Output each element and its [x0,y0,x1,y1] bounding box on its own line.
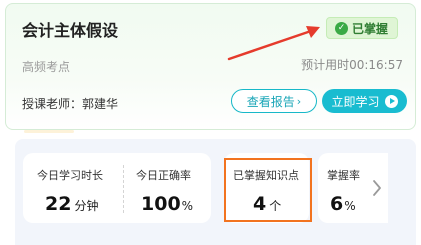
mastery-rate-value: 6 % [330,193,356,215]
accuracy-number: 100 [141,193,181,215]
mastery-rate-number: 6 [330,193,344,215]
mastered-points-label: 已掌握知识点 [233,169,299,182]
mastery-rate-label: 掌握率 [327,169,360,182]
card-accent-bar [24,130,74,133]
topic-tag: 高频考点 [22,60,71,74]
check-circle-icon: ✓ [334,21,348,35]
study-time-number: 22 [45,193,72,215]
study-time-label: 今日学习时长 [37,169,103,182]
mastered-points-unit: 个 [269,199,282,213]
mastered-points-number: 4 [253,193,267,215]
play-icon [384,94,398,108]
accuracy-unit: % [181,199,194,213]
mastery-rate-unit: % [344,199,356,213]
mastered-badge: ✓ 已掌握 [325,17,398,39]
accuracy-label: 今日正确率 [136,169,191,182]
chevron-right-icon[interactable] [370,174,384,202]
annotation-arrow-icon [227,26,320,61]
view-report-label: 查看报告 [246,94,295,109]
start-study-label: 立即学习 [331,94,380,109]
accuracy-value: 100 % [141,193,193,215]
study-time-value: 22 分钟 [45,193,98,215]
card-title: 会计主体假设 [22,21,119,40]
badge-label: 已掌握 [351,21,388,36]
start-study-button[interactable]: 立即学习 [322,89,407,113]
teacher-name: 授课老师：郭建华 [22,97,119,111]
stat-divider [123,165,124,213]
mastered-points-value: 4 个 [253,193,281,215]
knowledge-card: 会计主体假设 ✓ 已掌握 高频考点 预计用时00:16:57 授课老师：郭建华 … [5,3,416,130]
study-time-unit: 分钟 [74,199,99,213]
chevron-right-icon: › [296,94,302,108]
view-report-button[interactable]: 查看报告 › [231,89,317,113]
